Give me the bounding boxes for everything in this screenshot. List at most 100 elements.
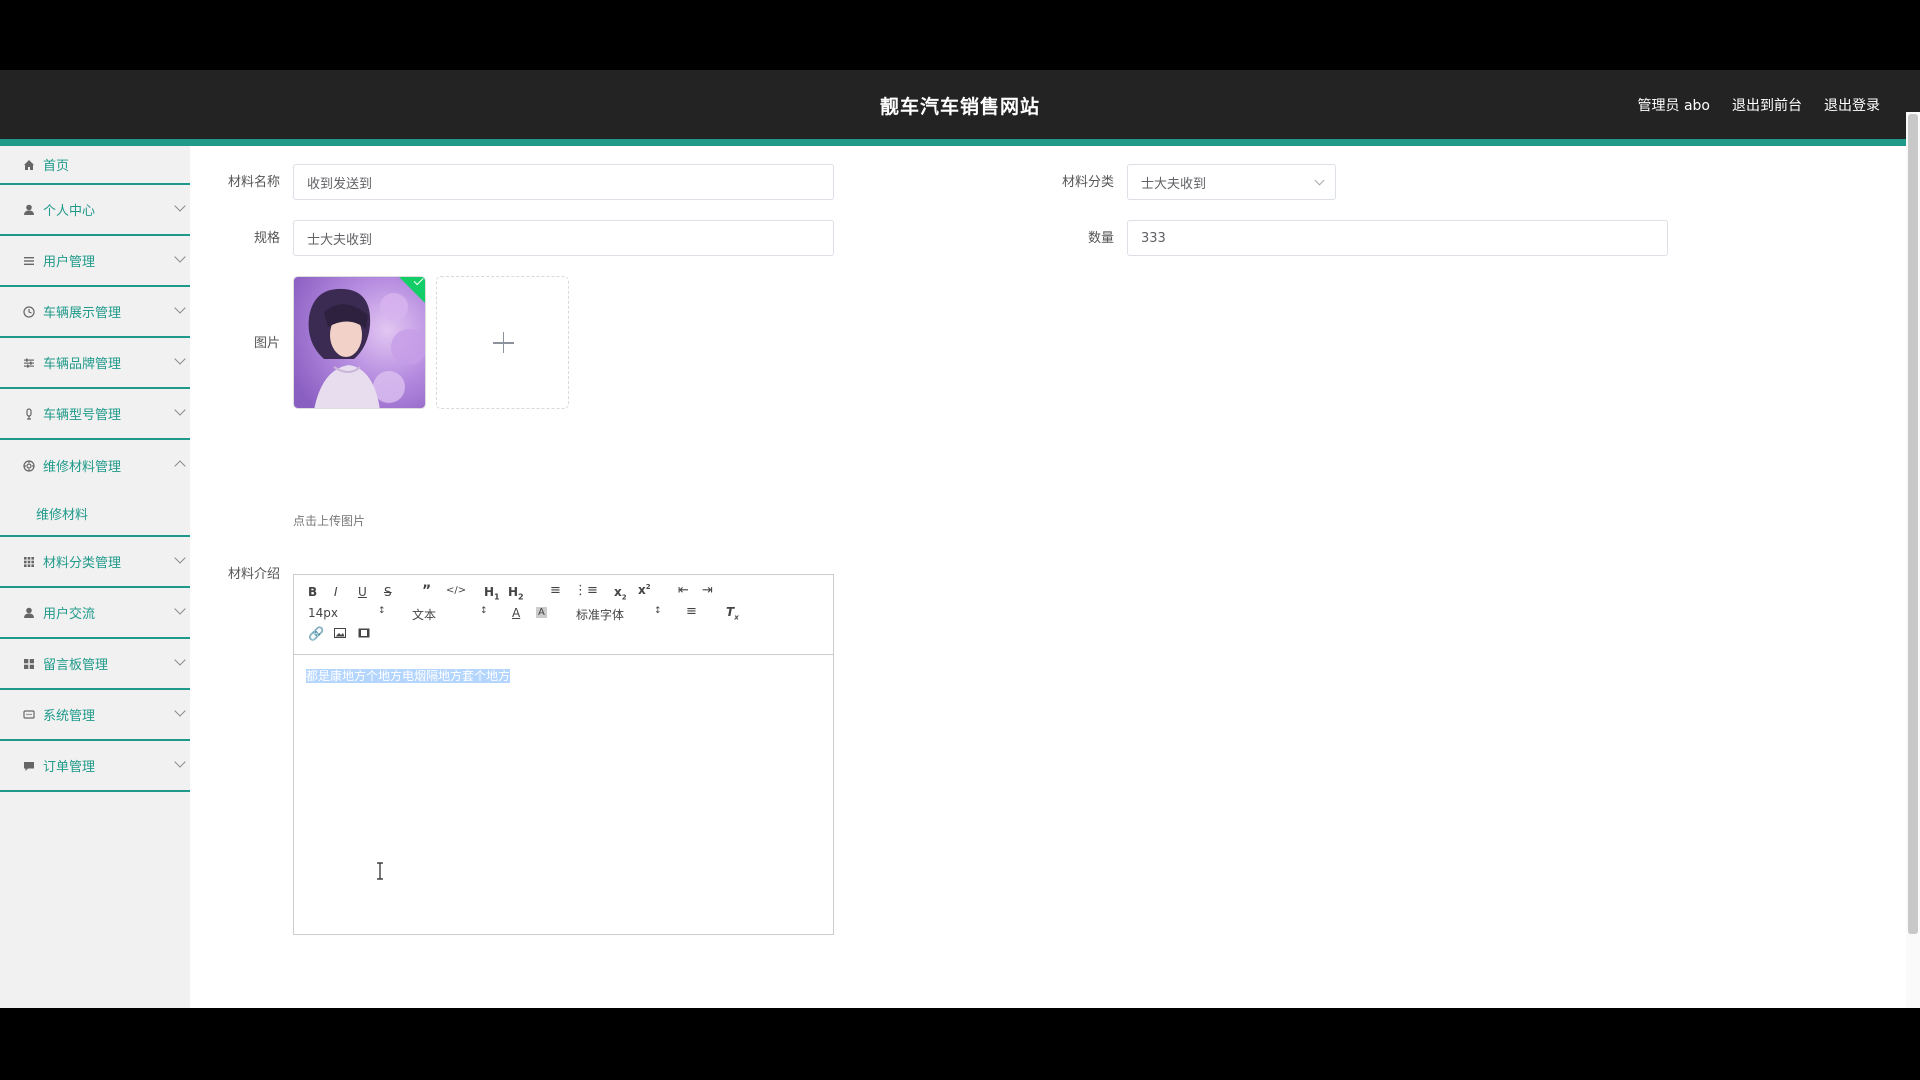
subscript-icon[interactable]: x2 — [614, 585, 627, 601]
material-category-label: 材料分类 — [1061, 175, 1114, 190]
sidebar-item-user-exchange[interactable]: 用户交流 — [0, 588, 190, 639]
sidebar-item-label: 维修材料管理 — [43, 460, 122, 475]
font-color-icon[interactable]: A — [512, 606, 520, 620]
sidebar-item-label: 用户管理 — [43, 255, 96, 270]
align-icon[interactable]: ≡ — [686, 604, 697, 619]
video-icon[interactable] — [358, 627, 370, 641]
strike-icon[interactable]: S — [384, 585, 392, 599]
material-category-select[interactable]: 士大夫收到 — [1127, 164, 1336, 200]
header-accent-bar — [0, 139, 1920, 146]
material-name-input[interactable]: 收到发送到 — [293, 164, 834, 200]
apps-icon — [22, 657, 36, 671]
material-name-label: 材料名称 — [227, 175, 280, 190]
sidebar-item-system-management[interactable]: 系统管理 — [0, 690, 190, 741]
header-links: 管理员 abo 退出到前台 退出登录 — [1638, 95, 1880, 115]
grid-icon — [22, 555, 36, 569]
quantity-label: 数量 — [1087, 231, 1114, 246]
material-intro-label: 材料介绍 — [227, 567, 280, 582]
site-title: 靓车汽车销售网站 — [879, 96, 1040, 118]
chat-icon — [22, 708, 36, 722]
sidebar-item-material-category[interactable]: 材料分类管理 — [0, 537, 190, 588]
indent-icon[interactable]: ⇥ — [702, 583, 713, 598]
chevron-down-icon — [174, 200, 186, 212]
upload-hint-text: 点击上传图片 — [293, 514, 366, 528]
chevron-up-icon — [174, 460, 186, 472]
select-arrows-icon: ↕ — [480, 606, 488, 616]
sidebar-subitem-repair-materials[interactable]: 维修材料 — [0, 491, 190, 537]
sidebar-item-repair-materials[interactable]: 维修材料管理 — [0, 440, 190, 491]
logout-link[interactable]: 退出登录 — [1824, 95, 1880, 115]
chevron-down-icon — [174, 654, 186, 666]
image-icon[interactable] — [334, 627, 346, 641]
editor-toolbar: B I U S ” </> H1 H2 ≡ ⋮≡ x2 x2 ⇤ ⇥ 14px … — [294, 575, 833, 655]
sidebar-item-message-board[interactable]: 留言板管理 — [0, 639, 190, 690]
editor-content-area[interactable]: 都是康地方个地方电烟隔地方套个地方 — [294, 655, 833, 934]
image-label: 图片 — [253, 336, 280, 351]
exit-to-frontend-link[interactable]: 退出到前台 — [1732, 95, 1802, 115]
material-category-value: 士大夫收到 — [1141, 176, 1207, 192]
message-icon — [22, 759, 36, 773]
sidebar: 首页 个人中心 用户管理 车辆展示管理 车辆品牌管理 车辆型号管理 维修材料管理… — [0, 146, 190, 1008]
chevron-down-icon — [174, 302, 186, 314]
link-icon[interactable]: 🔗 — [308, 627, 324, 642]
sidebar-item-vehicle-model[interactable]: 车辆型号管理 — [0, 389, 190, 440]
mic-icon — [22, 407, 36, 421]
sidebar-item-user-management[interactable]: 用户管理 — [0, 236, 190, 287]
home-icon — [22, 158, 36, 172]
uploaded-image-thumbnail[interactable] — [293, 276, 426, 409]
code-block-icon[interactable]: </> — [446, 585, 466, 596]
image-upload-button[interactable] — [436, 276, 569, 409]
sidebar-item-label: 材料分类管理 — [43, 556, 122, 571]
sidebar-item-label: 系统管理 — [43, 709, 96, 724]
user-icon — [22, 606, 36, 620]
underline-icon[interactable]: U — [358, 585, 367, 599]
select-arrows-icon: ↕ — [378, 606, 386, 616]
sidebar-item-label: 车辆型号管理 — [43, 408, 122, 423]
editor-selected-text: 都是康地方个地方电烟隔地方套个地方 — [306, 669, 511, 683]
quantity-input[interactable]: 333 — [1127, 220, 1668, 256]
list-icon — [22, 254, 36, 268]
chevron-down-icon — [174, 404, 186, 416]
superscript-icon[interactable]: x2 — [638, 583, 651, 597]
chevron-down-icon — [1314, 175, 1325, 186]
bold-icon[interactable]: B — [308, 585, 317, 599]
header-select-value: 文本 — [412, 608, 437, 622]
italic-icon[interactable]: I — [334, 585, 338, 599]
admin-user-label[interactable]: 管理员 abo — [1638, 95, 1710, 115]
vertical-scrollbar[interactable] — [1906, 112, 1920, 1008]
sidebar-item-personal-center[interactable]: 个人中心 — [0, 185, 190, 236]
sidebar-item-label: 车辆展示管理 — [43, 306, 122, 321]
font-family-select[interactable]: 标准字体 ↕ — [576, 606, 666, 623]
select-arrows-icon: ↕ — [654, 606, 662, 616]
h1-icon[interactable]: H1 — [484, 585, 500, 601]
sidebar-item-label: 个人中心 — [43, 204, 96, 219]
spec-label: 规格 — [253, 231, 280, 246]
spec-input[interactable]: 士大夫收到 — [293, 220, 834, 256]
blockquote-icon[interactable]: ” — [422, 583, 431, 599]
sidebar-item-label: 订单管理 — [43, 760, 96, 775]
bullet-list-icon[interactable]: ⋮≡ — [574, 583, 598, 598]
chevron-down-icon — [174, 251, 186, 263]
clear-format-icon[interactable]: Tx — [726, 605, 739, 621]
target-icon — [22, 459, 36, 473]
font-size-value: 14px — [308, 606, 338, 620]
main-content: 材料名称 收到发送到 材料分类 士大夫收到 规格 士大夫收到 数量 333 图片 — [210, 146, 1900, 1008]
sidebar-item-order-management[interactable]: 订单管理 — [0, 741, 190, 792]
sidebar-item-label: 留言板管理 — [43, 658, 109, 673]
top-header: 靓车汽车销售网站 管理员 abo 退出到前台 退出登录 — [0, 70, 1920, 139]
ordered-list-icon[interactable]: ≡ — [550, 583, 561, 598]
background-color-icon[interactable]: A — [536, 607, 547, 618]
header-select[interactable]: 文本 ↕ — [412, 606, 492, 623]
text-cursor-icon — [377, 862, 383, 880]
sidebar-item-label: 车辆品牌管理 — [43, 357, 122, 372]
chevron-down-icon — [174, 705, 186, 717]
sidebar-item-home[interactable]: 首页 — [0, 146, 190, 185]
clock-icon — [22, 305, 36, 319]
font-size-select[interactable]: 14px ↕ — [308, 606, 388, 620]
outdent-icon[interactable]: ⇤ — [678, 583, 689, 598]
rich-text-editor: B I U S ” </> H1 H2 ≡ ⋮≡ x2 x2 ⇤ ⇥ 14px … — [293, 574, 834, 935]
h2-icon[interactable]: H2 — [508, 585, 524, 601]
sidebar-item-vehicle-brand[interactable]: 车辆品牌管理 — [0, 338, 190, 389]
scrollbar-thumb[interactable] — [1908, 114, 1918, 934]
sidebar-item-vehicle-display[interactable]: 车辆展示管理 — [0, 287, 190, 338]
